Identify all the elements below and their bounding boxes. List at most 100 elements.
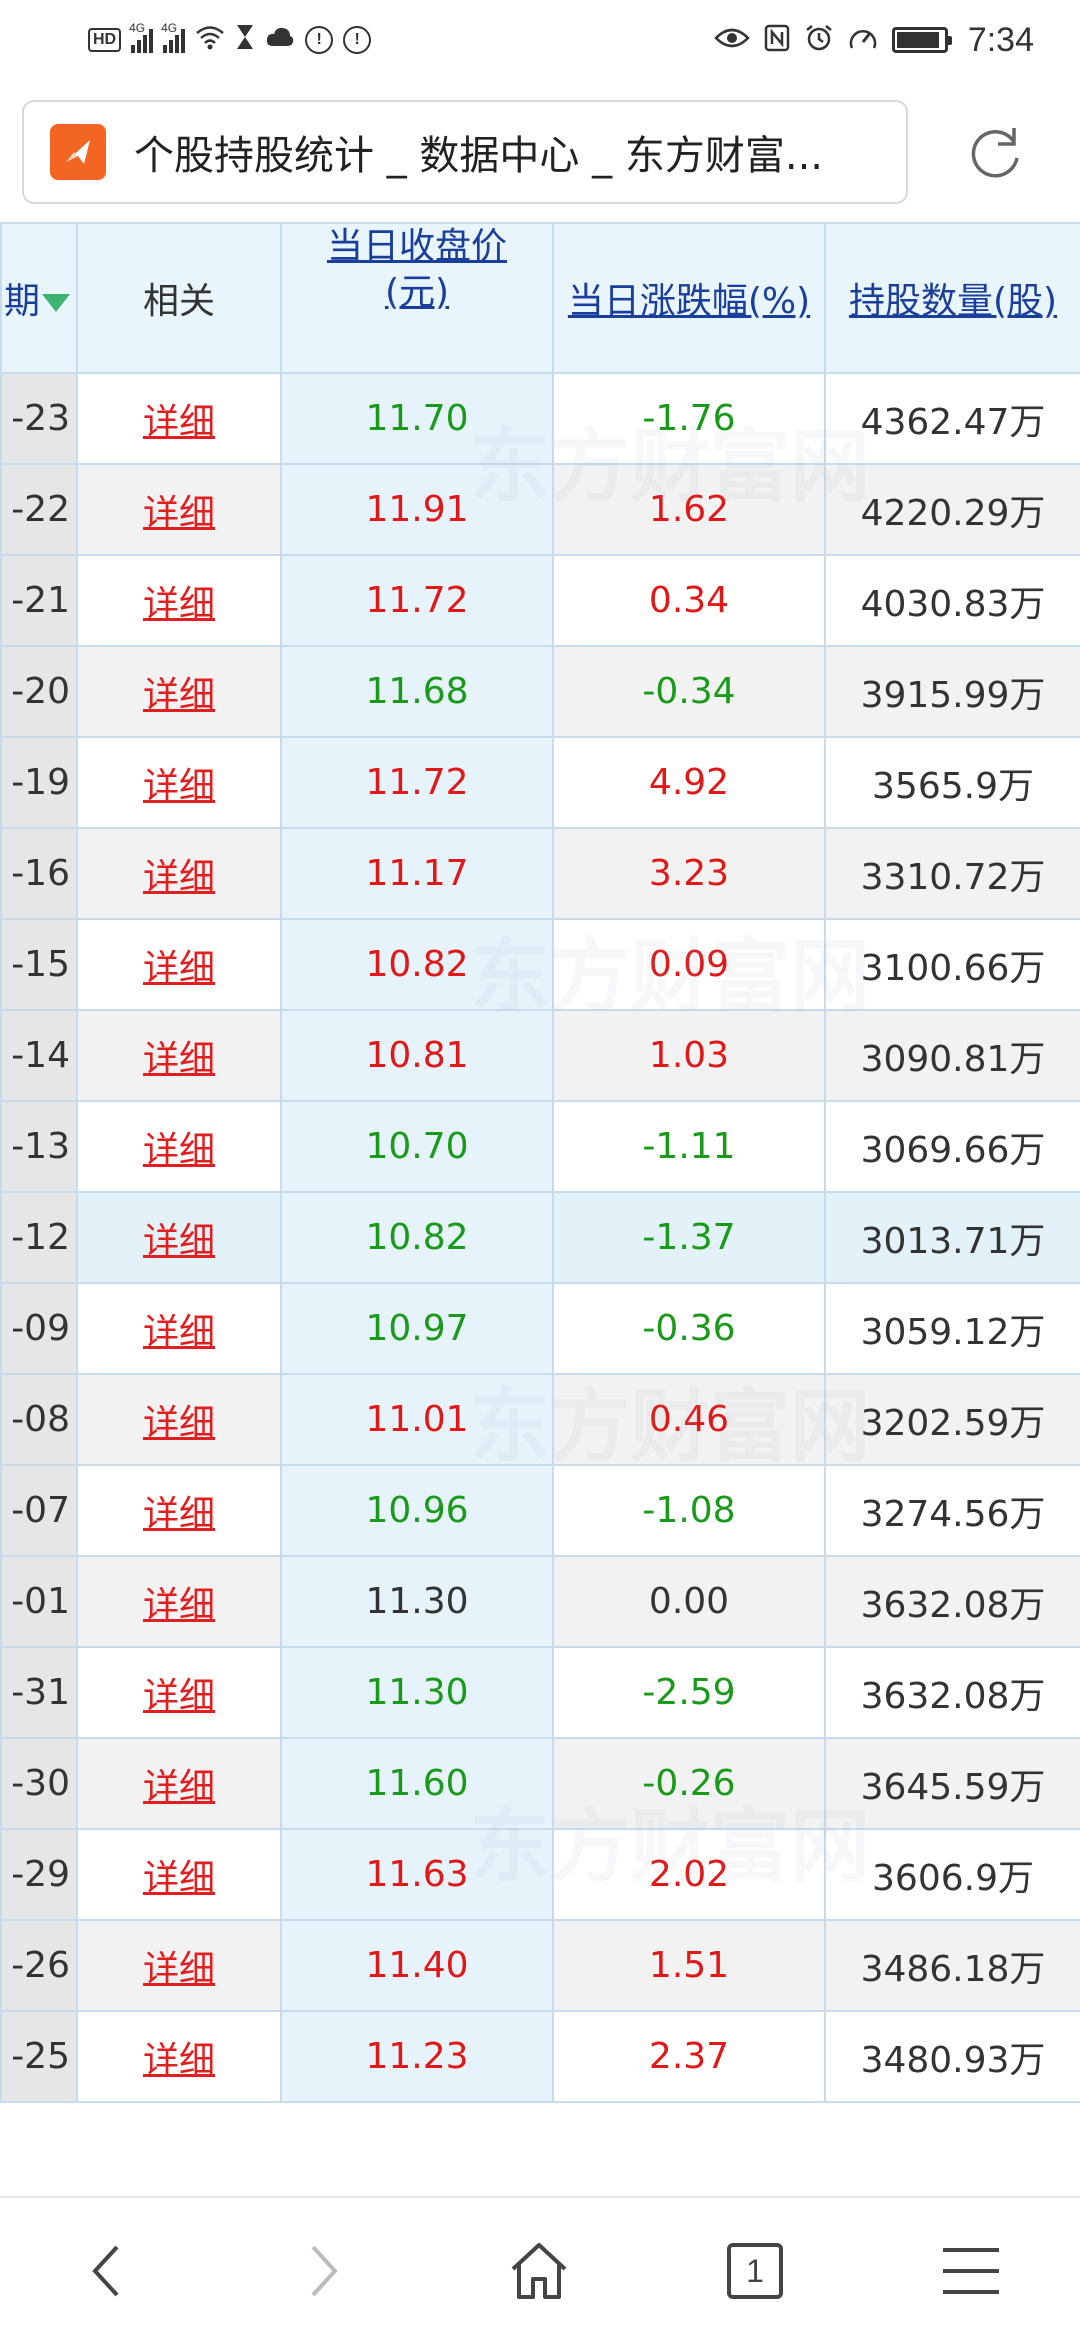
status-left-icons: HD 4G 4G ! ! bbox=[88, 20, 372, 60]
header-date[interactable]: 期 bbox=[0, 222, 78, 374]
page-title[interactable]: 个股持股统计 _ 数据中心 _ 东方财富... bbox=[134, 123, 894, 181]
cell-date: -30 bbox=[0, 1737, 78, 1830]
detail-link[interactable]: 详细 bbox=[143, 1403, 215, 1444]
cell-holding-qty: 4362.47万 bbox=[824, 372, 1080, 465]
battery-icon bbox=[891, 27, 952, 53]
cell-date: -29 bbox=[0, 1828, 78, 1921]
cell-date: -19 bbox=[0, 736, 78, 829]
detail-link[interactable]: 详细 bbox=[143, 1039, 215, 1080]
cell-related: 详细 bbox=[76, 1919, 282, 2012]
header-change-pct[interactable]: 当日涨跌幅(%) bbox=[552, 222, 826, 374]
detail-link[interactable]: 详细 bbox=[143, 857, 215, 898]
address-bar[interactable]: 个股持股统计 _ 数据中心 _ 东方财富... bbox=[22, 100, 908, 204]
header-close-price-line2[interactable]: (元) bbox=[385, 272, 449, 313]
cell-change-pct: -1.11 bbox=[552, 1100, 826, 1193]
detail-link[interactable]: 详细 bbox=[143, 1494, 215, 1535]
cell-close-price: 10.82 bbox=[280, 1191, 554, 1284]
detail-link[interactable]: 详细 bbox=[143, 493, 215, 534]
cell-change-pct: 4.92 bbox=[552, 736, 826, 829]
cell-date: -08 bbox=[0, 1373, 78, 1466]
table-row: -14 详细 10.81 1.03 3090.81万 bbox=[0, 1009, 1080, 1102]
cell-holding-qty: 4220.29万 bbox=[824, 463, 1080, 556]
detail-link[interactable]: 详细 bbox=[143, 2040, 215, 2081]
cell-related: 详细 bbox=[76, 1009, 282, 1102]
cell-change-pct: 2.37 bbox=[552, 2010, 826, 2103]
detail-link[interactable]: 详细 bbox=[143, 402, 215, 443]
cell-holding-qty: 3632.08万 bbox=[824, 1555, 1080, 1648]
detail-link[interactable]: 详细 bbox=[143, 584, 215, 625]
table-header-row: 期 相关 当日收盘价 (元) 当日涨跌幅(%) 持股数量(股) bbox=[0, 222, 1080, 374]
cell-related: 详细 bbox=[76, 1100, 282, 1193]
cell-change-pct: 0.09 bbox=[552, 918, 826, 1011]
detail-link[interactable]: 详细 bbox=[143, 766, 215, 807]
cell-close-price: 11.63 bbox=[280, 1828, 554, 1921]
cell-date: -09 bbox=[0, 1282, 78, 1375]
cell-holding-qty: 3059.12万 bbox=[824, 1282, 1080, 1375]
detail-link[interactable]: 详细 bbox=[143, 1312, 215, 1353]
cell-close-price: 11.91 bbox=[280, 463, 554, 556]
cell-change-pct: -2.59 bbox=[552, 1646, 826, 1739]
chevron-right-icon bbox=[311, 2245, 338, 2297]
detail-link[interactable]: 详细 bbox=[143, 1221, 215, 1262]
cell-related: 详细 bbox=[76, 554, 282, 647]
cell-close-price: 11.70 bbox=[280, 372, 554, 465]
cell-holding-qty: 3310.72万 bbox=[824, 827, 1080, 920]
cell-date: -07 bbox=[0, 1464, 78, 1557]
speed-icon bbox=[848, 24, 878, 56]
cell-holding-qty: 3632.08万 bbox=[824, 1646, 1080, 1739]
cell-related: 详细 bbox=[76, 645, 282, 738]
detail-link[interactable]: 详细 bbox=[143, 948, 215, 989]
cell-change-pct: -1.76 bbox=[552, 372, 826, 465]
cell-holding-qty: 3069.66万 bbox=[824, 1100, 1080, 1193]
detail-link[interactable]: 详细 bbox=[143, 1858, 215, 1899]
detail-link[interactable]: 详细 bbox=[143, 675, 215, 716]
back-button[interactable] bbox=[62, 2226, 152, 2316]
refresh-icon bbox=[971, 128, 1019, 178]
refresh-button[interactable] bbox=[962, 120, 1028, 186]
tabs-button[interactable]: 1 bbox=[710, 2226, 800, 2316]
cell-change-pct: 0.00 bbox=[552, 1555, 826, 1648]
cell-holding-qty: 3915.99万 bbox=[824, 645, 1080, 738]
cell-date: -13 bbox=[0, 1100, 78, 1193]
cell-close-price: 11.60 bbox=[280, 1737, 554, 1830]
cell-close-price: 11.40 bbox=[280, 1919, 554, 2012]
header-holding-qty[interactable]: 持股数量(股) bbox=[824, 222, 1080, 374]
detail-link[interactable]: 详细 bbox=[143, 1767, 215, 1808]
forward-button[interactable] bbox=[278, 2226, 368, 2316]
cell-related: 详细 bbox=[76, 1373, 282, 1466]
cell-close-price: 11.30 bbox=[280, 1646, 554, 1739]
cell-holding-qty: 3486.18万 bbox=[824, 1919, 1080, 2012]
wifi-icon bbox=[195, 24, 225, 56]
cell-date: -25 bbox=[0, 2010, 78, 2103]
cell-close-price: 11.72 bbox=[280, 554, 554, 647]
cell-change-pct: 0.34 bbox=[552, 554, 826, 647]
cell-related: 详细 bbox=[76, 1191, 282, 1284]
detail-link[interactable]: 详细 bbox=[143, 1585, 215, 1626]
table-row: -26 详细 11.40 1.51 3486.18万 bbox=[0, 1919, 1080, 2012]
cell-date: -16 bbox=[0, 827, 78, 920]
cell-close-price: 10.81 bbox=[280, 1009, 554, 1102]
holdings-table-container[interactable]: 东方财富网 东方财富网 东方财富网 东方财富网 期 相关 当日收盘价(元) 当日… bbox=[0, 222, 1080, 2103]
detail-link[interactable]: 详细 bbox=[143, 1676, 215, 1717]
cell-date: -23 bbox=[0, 372, 78, 465]
cell-close-price: 11.17 bbox=[280, 827, 554, 920]
home-button[interactable] bbox=[494, 2226, 584, 2316]
cell-change-pct: -1.08 bbox=[552, 1464, 826, 1557]
cell-date: -20 bbox=[0, 645, 78, 738]
cell-close-price: 10.96 bbox=[280, 1464, 554, 1557]
table-row: -22 详细 11.91 1.62 4220.29万 bbox=[0, 463, 1080, 556]
alert-icon: ! bbox=[305, 26, 334, 54]
detail-link[interactable]: 详细 bbox=[143, 1949, 215, 1990]
cell-change-pct: -0.36 bbox=[552, 1282, 826, 1375]
menu-button[interactable] bbox=[926, 2226, 1016, 2316]
cell-related: 详细 bbox=[76, 736, 282, 829]
cell-change-pct: -0.26 bbox=[552, 1737, 826, 1830]
sort-desc-icon[interactable] bbox=[42, 294, 70, 312]
cell-date: -26 bbox=[0, 1919, 78, 2012]
cell-related: 详细 bbox=[76, 1282, 282, 1375]
cell-holding-qty: 3274.56万 bbox=[824, 1464, 1080, 1557]
detail-link[interactable]: 详细 bbox=[143, 1130, 215, 1171]
header-close-price-line1[interactable]: 当日收盘价 bbox=[327, 226, 507, 267]
table-row: -01 详细 11.30 0.00 3632.08万 bbox=[0, 1555, 1080, 1648]
header-close-price[interactable]: 当日收盘价 (元) bbox=[280, 222, 554, 374]
